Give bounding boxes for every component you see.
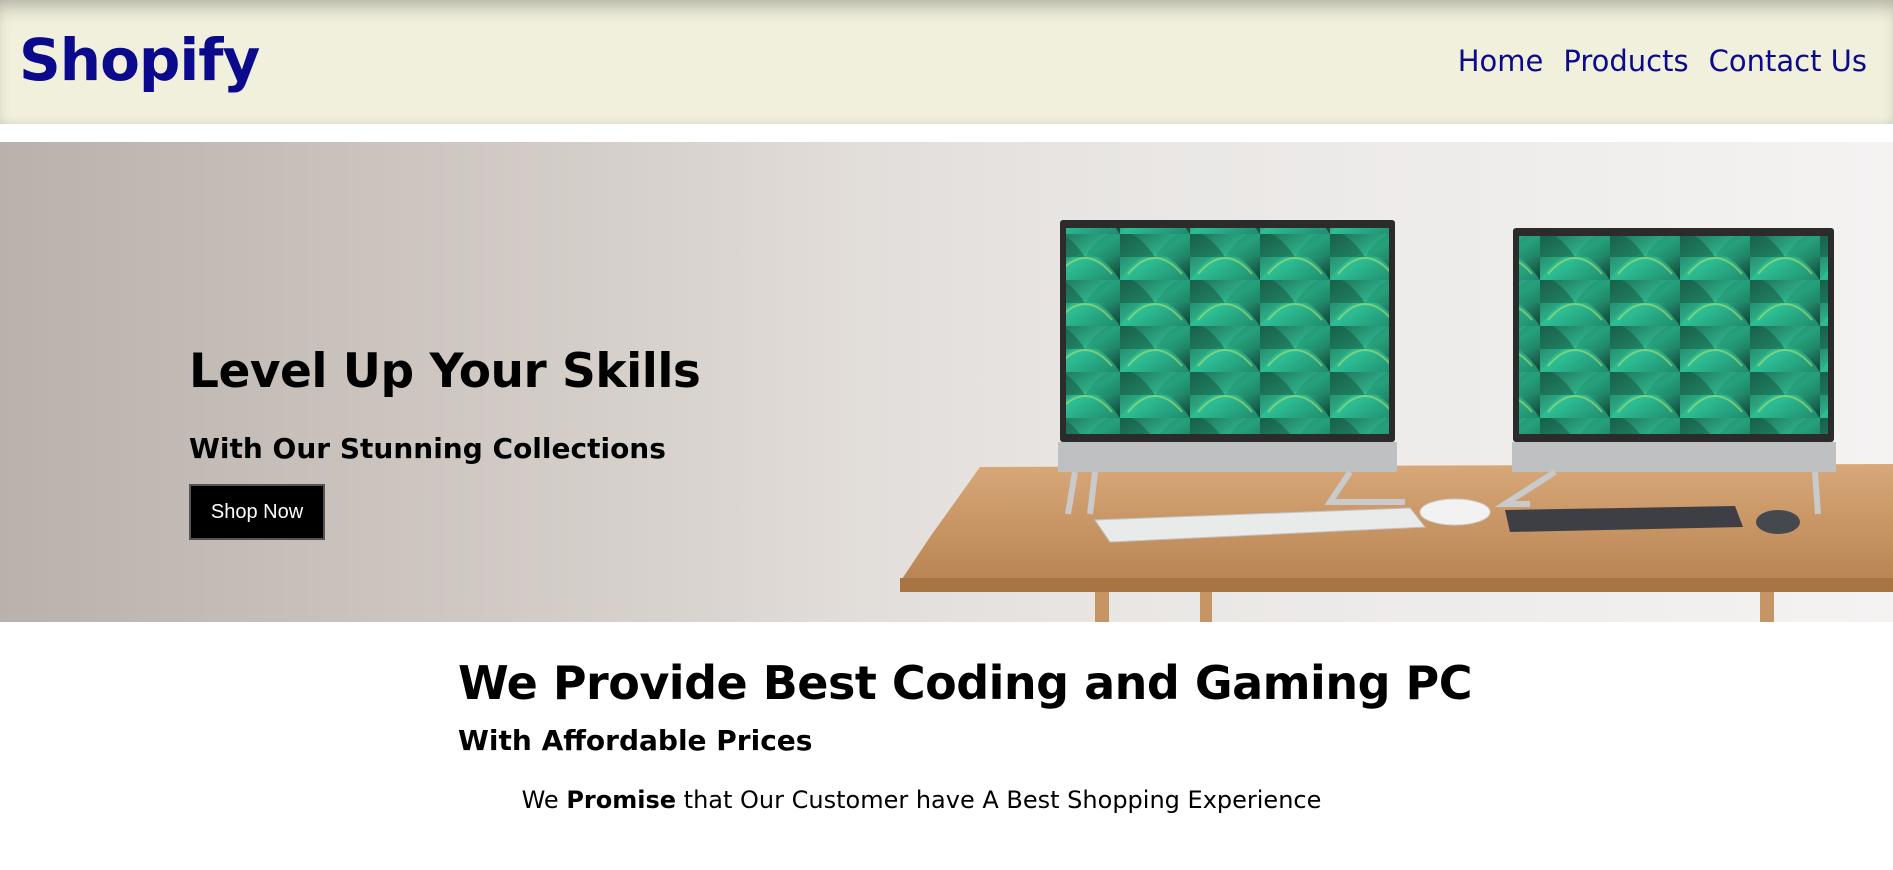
promo-text-suffix: that Our Customer have A Best Shopping E… [676,786,1322,814]
main-nav: Home Products Contact Us [1458,44,1867,78]
nav-link-products[interactable]: Products [1563,44,1688,78]
promo-text: We Promise that Our Customer have A Best… [0,786,1893,814]
hero-subtitle: With Our Stunning Collections [189,432,666,465]
shop-now-button[interactable]: Shop Now [189,484,325,540]
promo-subtitle-prefix: With [458,724,542,757]
promo-subtitle: With Affordable Prices [458,724,812,757]
promo-title: We Provide Best Coding and Gaming PC [458,656,1473,710]
hero-title: Level Up Your Skills [189,344,701,399]
nav-link-contact-us[interactable]: Contact Us [1709,44,1867,78]
hero-banner: Level Up Your Skills With Our Stunning C… [0,142,1893,622]
promo-text-emphasis: Promise [566,786,677,814]
promo-text-prefix: We [521,786,567,814]
site-logo[interactable]: Shopify [19,26,260,94]
site-header: Shopify Home Products Contact Us [0,0,1893,124]
promo-subtitle-emphasis: Affordable [541,724,707,757]
nav-link-home[interactable]: Home [1458,44,1544,78]
promo-subtitle-suffix: Prices [706,724,813,757]
